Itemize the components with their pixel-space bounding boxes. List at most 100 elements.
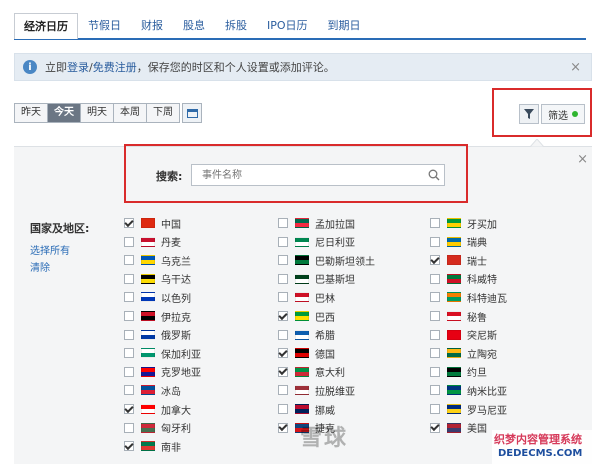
country-checkbox[interactable] bbox=[430, 422, 440, 433]
country-name: 纳米比亚 bbox=[467, 386, 507, 398]
country-checkbox[interactable] bbox=[278, 385, 288, 396]
country-checkbox[interactable] bbox=[430, 311, 440, 321]
country-item[interactable]: 巴基斯坦 bbox=[278, 271, 355, 287]
country-checkbox[interactable] bbox=[124, 255, 134, 266]
tab-ipo-calendar[interactable]: IPO日历 bbox=[257, 12, 318, 38]
country-checkbox[interactable] bbox=[278, 366, 288, 377]
country-item[interactable]: 罗马尼亚 bbox=[430, 401, 507, 417]
country-item[interactable]: 瑞士 bbox=[430, 252, 487, 268]
country-item[interactable]: 巴勒斯坦领土 bbox=[278, 252, 375, 268]
country-item[interactable]: 伊拉克 bbox=[124, 308, 191, 324]
country-checkbox[interactable] bbox=[430, 273, 440, 284]
country-checkbox[interactable] bbox=[430, 255, 440, 266]
date-yesterday-button[interactable]: 昨天 bbox=[14, 103, 48, 123]
clear-link[interactable]: 清除 bbox=[30, 259, 50, 274]
country-checkbox[interactable] bbox=[278, 422, 288, 433]
country-checkbox[interactable] bbox=[124, 366, 134, 377]
country-item[interactable]: 纳米比亚 bbox=[430, 382, 507, 398]
country-item[interactable]: 巴林 bbox=[278, 289, 335, 305]
country-item[interactable]: 俄罗斯 bbox=[124, 327, 191, 343]
country-checkbox[interactable] bbox=[124, 422, 134, 433]
country-item[interactable]: 匈牙利 bbox=[124, 420, 191, 436]
country-name: 秘鲁 bbox=[467, 312, 487, 324]
country-checkbox[interactable] bbox=[430, 329, 440, 340]
calendar-icon[interactable] bbox=[182, 103, 202, 123]
country-checkbox[interactable] bbox=[430, 218, 440, 228]
country-checkbox[interactable] bbox=[124, 404, 134, 414]
country-item[interactable]: 瑞典 bbox=[430, 234, 487, 250]
login-link[interactable]: 登录 bbox=[67, 61, 89, 74]
country-checkbox[interactable] bbox=[430, 385, 440, 396]
date-tomorrow-button[interactable]: 明天 bbox=[80, 103, 114, 123]
country-item[interactable]: 科威特 bbox=[430, 271, 497, 287]
country-item[interactable]: 尼日利亚 bbox=[278, 234, 355, 250]
date-today-button[interactable]: 今天 bbox=[47, 103, 81, 123]
country-checkbox[interactable] bbox=[430, 404, 440, 414]
select-all-link[interactable]: 选择所有 bbox=[30, 242, 70, 257]
country-item[interactable]: 科特迪瓦 bbox=[430, 289, 507, 305]
country-item[interactable]: 秘鲁 bbox=[430, 308, 487, 324]
country-item[interactable]: 孟加拉国 bbox=[278, 215, 355, 231]
filter-icon[interactable] bbox=[519, 104, 539, 124]
country-item[interactable]: 巴西 bbox=[278, 308, 335, 324]
country-item[interactable]: 希腊 bbox=[278, 327, 335, 343]
panel-close-icon[interactable]: × bbox=[577, 152, 588, 167]
date-next-week-button[interactable]: 下周 bbox=[146, 103, 180, 123]
tab-splits[interactable]: 拆股 bbox=[215, 12, 257, 38]
country-checkbox[interactable] bbox=[124, 273, 134, 284]
date-this-week-button[interactable]: 本周 bbox=[113, 103, 147, 123]
country-name: 巴勒斯坦领土 bbox=[315, 256, 375, 268]
tab-earnings[interactable]: 财报 bbox=[131, 12, 173, 38]
country-item[interactable]: 拉脱维亚 bbox=[278, 382, 355, 398]
country-checkbox[interactable] bbox=[124, 236, 134, 247]
country-name: 乌克兰 bbox=[161, 256, 191, 268]
tab-holidays[interactable]: 节假日 bbox=[78, 12, 131, 38]
country-checkbox[interactable] bbox=[124, 385, 134, 396]
country-checkbox[interactable] bbox=[430, 348, 440, 359]
country-item[interactable]: 挪威 bbox=[278, 401, 335, 417]
country-item[interactable]: 牙买加 bbox=[430, 215, 497, 231]
country-item[interactable]: 克罗地亚 bbox=[124, 364, 201, 380]
search-icon[interactable] bbox=[428, 169, 440, 181]
country-checkbox[interactable] bbox=[278, 329, 288, 340]
country-item[interactable]: 意大利 bbox=[278, 364, 345, 380]
country-checkbox[interactable] bbox=[124, 441, 134, 452]
country-item[interactable]: 美国 bbox=[430, 420, 487, 436]
country-item[interactable]: 乌干达 bbox=[124, 271, 191, 287]
country-checkbox[interactable] bbox=[278, 218, 288, 228]
country-item[interactable]: 德国 bbox=[278, 345, 335, 361]
country-checkbox[interactable] bbox=[278, 404, 288, 414]
country-checkbox[interactable] bbox=[124, 329, 134, 340]
country-checkbox[interactable] bbox=[278, 236, 288, 247]
tab-dividends[interactable]: 股息 bbox=[173, 12, 215, 38]
country-checkbox[interactable] bbox=[278, 255, 288, 266]
country-item[interactable]: 保加利亚 bbox=[124, 345, 201, 361]
country-checkbox[interactable] bbox=[278, 348, 288, 359]
country-checkbox[interactable] bbox=[278, 292, 288, 303]
country-item[interactable]: 突尼斯 bbox=[430, 327, 497, 343]
tab-expiration[interactable]: 到期日 bbox=[318, 12, 371, 38]
country-checkbox[interactable] bbox=[430, 366, 440, 377]
country-item[interactable]: 丹麦 bbox=[124, 234, 181, 250]
filter-button[interactable]: 筛选 bbox=[541, 104, 585, 124]
register-link[interactable]: 免费注册 bbox=[93, 61, 137, 74]
close-icon[interactable]: × bbox=[570, 60, 581, 75]
country-checkbox[interactable] bbox=[124, 218, 134, 228]
country-item[interactable]: 南非 bbox=[124, 438, 181, 454]
search-input[interactable] bbox=[191, 164, 445, 186]
country-item[interactable]: 立陶宛 bbox=[430, 345, 497, 361]
country-item[interactable]: 乌克兰 bbox=[124, 252, 191, 268]
country-item[interactable]: 冰岛 bbox=[124, 382, 181, 398]
country-item[interactable]: 约旦 bbox=[430, 364, 487, 380]
country-checkbox[interactable] bbox=[124, 311, 134, 321]
country-item[interactable]: 加拿大 bbox=[124, 401, 191, 417]
country-checkbox[interactable] bbox=[278, 311, 288, 321]
country-checkbox[interactable] bbox=[124, 292, 134, 303]
country-checkbox[interactable] bbox=[124, 348, 134, 359]
country-checkbox[interactable] bbox=[430, 236, 440, 247]
country-checkbox[interactable] bbox=[430, 292, 440, 303]
tab-economic-calendar[interactable]: 经济日历 bbox=[14, 13, 78, 39]
country-checkbox[interactable] bbox=[278, 273, 288, 284]
country-item[interactable]: 中国 bbox=[124, 215, 181, 231]
country-item[interactable]: 以色列 bbox=[124, 289, 191, 305]
